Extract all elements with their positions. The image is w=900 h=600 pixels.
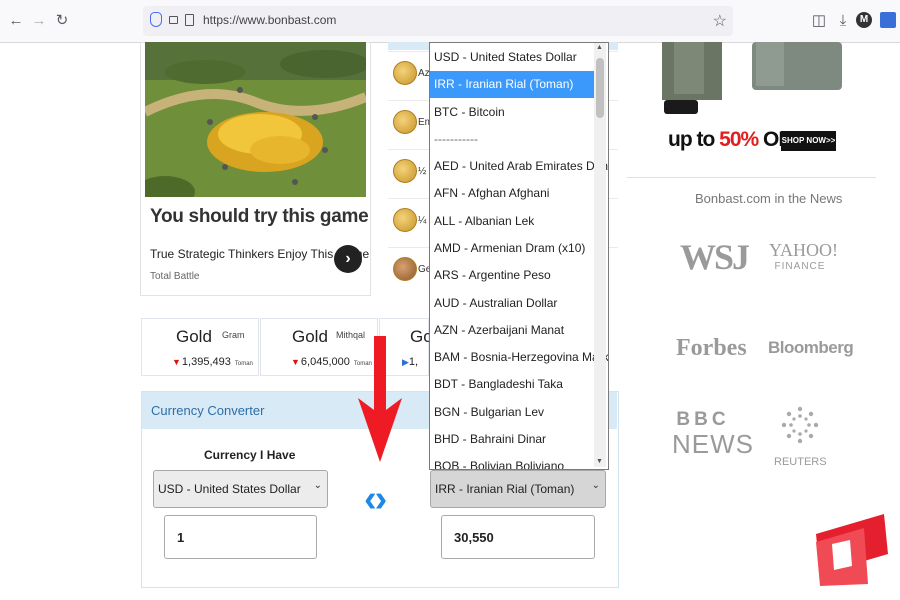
bloomberg-logo[interactable]: Bloomberg bbox=[768, 338, 854, 358]
gold-value-text: 6,045,000 bbox=[300, 356, 350, 368]
ad-headline[interactable]: You should try this game bbox=[150, 206, 369, 228]
ad-next-arrow-icon[interactable]: › bbox=[334, 245, 362, 273]
red-down-arrow-annotation bbox=[358, 336, 402, 462]
dropdown-option[interactable]: AZN - Azerbaijani Manat bbox=[430, 317, 596, 344]
bbc-logo-line1: BBC bbox=[676, 409, 730, 430]
watermark-logo bbox=[816, 514, 888, 586]
forward-arrow-icon[interactable]: → bbox=[29, 11, 49, 31]
back-arrow-icon[interactable]: ← bbox=[6, 11, 26, 31]
yahoo-finance-logo[interactable]: YAHOO! FINANCE bbox=[769, 240, 838, 272]
to-currency-value: IRR - Iranian Rial (Toman) bbox=[435, 482, 575, 496]
currency-dropdown-list[interactable]: USD - United States Dollar IRR - Iranian… bbox=[429, 42, 609, 470]
coin-icon bbox=[393, 208, 417, 232]
from-currency-select[interactable]: USD - United States Dollar ⌄ bbox=[153, 470, 328, 508]
currency-have-label: Currency I Have bbox=[204, 448, 296, 462]
dropdown-separator: ----------- bbox=[434, 132, 478, 146]
dropdown-option[interactable]: ALL - Albanian Lek bbox=[430, 208, 596, 235]
yahoo-logo-line2: FINANCE bbox=[774, 261, 826, 272]
reuters-logo-text: REUTERS bbox=[774, 456, 827, 468]
gold-currency: Toman bbox=[234, 361, 253, 367]
amount-input[interactable]: 1 bbox=[164, 515, 317, 559]
chevron-down-icon: ⌄ bbox=[313, 480, 322, 491]
coin-icon bbox=[393, 61, 417, 85]
page-info-icon[interactable] bbox=[185, 14, 194, 26]
dropdown-option[interactable]: BHD - Bahraini Dinar bbox=[430, 426, 596, 453]
gold-card-title: Gold bbox=[176, 327, 212, 346]
coin-icon bbox=[393, 110, 417, 134]
dropdown-option[interactable]: BTC - Bitcoin bbox=[430, 99, 596, 126]
forbes-logo[interactable]: Forbes bbox=[676, 335, 747, 362]
chevron-down-icon: ⌄ bbox=[591, 480, 600, 491]
coin-icon bbox=[393, 257, 417, 281]
gold-card-unit: Gram bbox=[222, 330, 245, 340]
sale-percent: 50% bbox=[719, 128, 759, 151]
address-bar[interactable]: https://www.bonbast.com ☆ bbox=[143, 6, 733, 36]
coin-label: ¼ bbox=[418, 215, 427, 226]
from-currency-value: USD - United States Dollar bbox=[158, 482, 301, 496]
gold-value-text: 1,395,493 bbox=[181, 356, 231, 368]
bbc-logo-line2: NEWS bbox=[672, 429, 754, 459]
swap-currencies-icon[interactable]: ‹› bbox=[364, 478, 387, 521]
reuters-dots-icon bbox=[781, 406, 819, 444]
divider bbox=[627, 177, 876, 178]
url-text[interactable]: https://www.bonbast.com bbox=[203, 13, 336, 27]
dropdown-option-selected[interactable]: IRR - Iranian Rial (Toman) bbox=[430, 71, 596, 98]
ad-game-image[interactable] bbox=[145, 42, 366, 197]
gold-gram-card: Gold Gram 1,395,493Toman bbox=[141, 318, 259, 376]
scroll-down-icon[interactable]: ▼ bbox=[596, 458, 603, 465]
sale-prefix: up to bbox=[668, 128, 720, 151]
news-heading: Bonbast.com in the News bbox=[695, 191, 843, 206]
dropdown-scrollbar-thumb[interactable] bbox=[596, 58, 604, 118]
game-scene-illustration bbox=[145, 42, 366, 197]
gold-card-title: Gold bbox=[292, 327, 328, 346]
ad-source[interactable]: Total Battle bbox=[150, 271, 199, 282]
bbc-news-logo[interactable]: BBC NEWS bbox=[672, 409, 754, 460]
dropdown-option[interactable]: BDT - Bangladeshi Taka bbox=[430, 371, 596, 398]
wsj-logo[interactable]: WSJ bbox=[680, 236, 750, 278]
shield-icon[interactable] bbox=[150, 12, 162, 27]
dropdown-option[interactable]: AED - United Arab Emirates Dirham bbox=[430, 153, 608, 180]
up-arrow-icon: ▶ bbox=[402, 357, 409, 367]
yahoo-logo-line1: YAHOO! bbox=[769, 240, 838, 260]
pocket-icon[interactable]: ◫ bbox=[809, 11, 829, 31]
reuters-logo[interactable]: REUTERS bbox=[774, 405, 827, 468]
amount-value: 1 bbox=[177, 530, 185, 545]
downloads-icon[interactable]: ⤓ bbox=[833, 11, 853, 31]
dropdown-option[interactable]: ARS - Argentine Peso bbox=[430, 262, 596, 289]
browser-toolbar: ← → ↻ https://www.bonbast.com ☆ ◫ ⤓ M bbox=[0, 0, 900, 43]
dropdown-option[interactable]: AUD - Australian Dollar bbox=[430, 290, 596, 317]
result-value: 30,550 bbox=[454, 530, 494, 545]
coin-label: ½ bbox=[418, 166, 427, 177]
gold-card-value: 1,395,493Toman bbox=[172, 356, 253, 368]
dropdown-option[interactable]: BOB - Bolivian Boliviano bbox=[430, 453, 596, 469]
dropdown-option[interactable]: AMD - Armenian Dram (x10) bbox=[430, 235, 596, 262]
dropdown-option[interactable]: BGN - Bulgarian Lev bbox=[430, 399, 596, 426]
extension-icon[interactable] bbox=[880, 12, 896, 28]
profile-avatar[interactable]: M bbox=[856, 12, 872, 28]
bookmark-star-icon[interactable]: ☆ bbox=[713, 11, 727, 31]
scroll-up-icon[interactable]: ▲ bbox=[596, 44, 603, 51]
converter-title: Currency Converter bbox=[151, 403, 265, 418]
dropdown-option[interactable]: AFN - Afghan Afghani bbox=[430, 180, 596, 207]
dropdown-option[interactable]: BAM - Bosnia-Herzegovina Mark bbox=[430, 344, 608, 371]
lock-icon[interactable] bbox=[169, 16, 178, 24]
gold-card-value: ▶1, bbox=[402, 356, 418, 368]
dropdown-option[interactable]: USD - United States Dollar bbox=[430, 44, 596, 71]
result-input[interactable]: 30,550 bbox=[441, 515, 595, 559]
to-currency-select[interactable]: IRR - Iranian Rial (Toman) ⌄ bbox=[430, 470, 606, 508]
reload-icon[interactable]: ↻ bbox=[52, 11, 72, 31]
coin-icon bbox=[393, 159, 417, 183]
shop-now-button[interactable]: SHOP NOW>> bbox=[781, 131, 836, 151]
gold-value-text: 1, bbox=[408, 356, 419, 368]
promo-product-image[interactable] bbox=[660, 42, 845, 118]
